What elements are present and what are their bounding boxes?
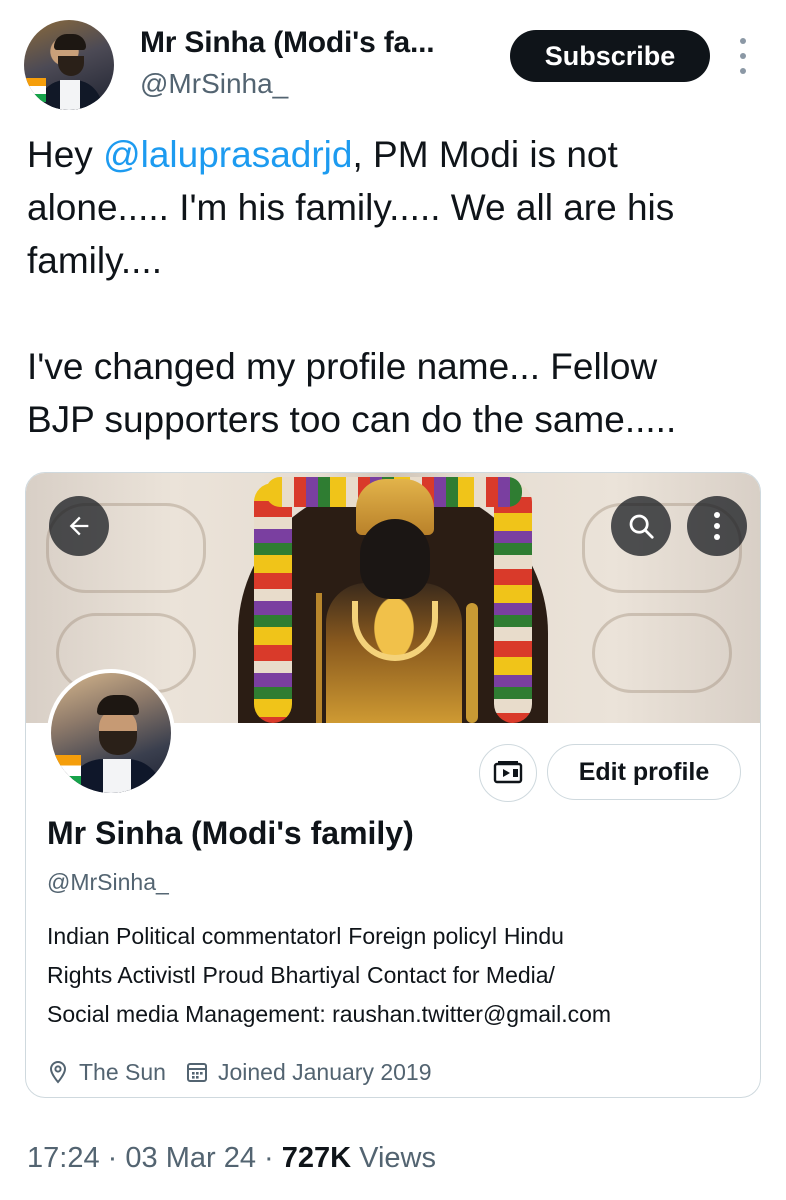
- profile-handle: @MrSinha_: [47, 869, 169, 895]
- mention-link[interactable]: @laluprasadrjd: [103, 134, 352, 175]
- profile-joined: Joined January 2019: [186, 1059, 432, 1086]
- attached-image[interactable]: Edit profile Mr Sinha (Modi's family) @M…: [25, 472, 761, 1098]
- separator: ·: [107, 1142, 118, 1174]
- tweet-time[interactable]: 17:24: [27, 1142, 100, 1174]
- profile-name: Mr Sinha (Modi's family): [47, 815, 414, 851]
- more-vertical-icon[interactable]: [687, 496, 747, 556]
- profile-location: The Sun: [47, 1059, 166, 1086]
- separator: ·: [264, 1142, 274, 1174]
- tweet-footer: 17:24 · 03 Mar 24 · 727K Views: [27, 1142, 436, 1175]
- more-options-icon[interactable]: [733, 38, 753, 74]
- profile-bio: Indian Political commentatorǀ Foreign po…: [47, 917, 747, 1034]
- tweet-text-fragment: Hey: [27, 134, 104, 175]
- author-display-name[interactable]: Mr Sinha (Modi's fa...: [140, 26, 435, 60]
- joined-text: Joined January 2019: [217, 1058, 432, 1085]
- location-pin-icon: [49, 1060, 67, 1084]
- profile-avatar[interactable]: [47, 669, 175, 797]
- views-label: Views: [359, 1142, 436, 1174]
- tweet-line: Hey @laluprasadrjd, PM Modi is not: [27, 128, 767, 181]
- bio-line: Indian Political commentatorǀ Foreign po…: [47, 923, 564, 949]
- edit-profile-button[interactable]: Edit profile: [547, 744, 741, 800]
- tweet-header: Mr Sinha (Modi's fa... @MrSinha_ Subscri…: [0, 0, 786, 120]
- views-count[interactable]: 727K: [282, 1142, 351, 1174]
- tweet-text: Hey @laluprasadrjd, PM Modi is not alone…: [27, 128, 767, 446]
- tweet-line: I've changed my profile name... Fellow: [27, 346, 658, 387]
- subscribe-button[interactable]: Subscribe: [510, 30, 710, 82]
- profile-meta: The Sun Joined January 2019: [47, 1055, 452, 1089]
- bio-line: Social media Management: raushan.twitter…: [47, 1001, 612, 1027]
- author-avatar[interactable]: [24, 20, 114, 110]
- tweet-date[interactable]: 03 Mar 24: [125, 1142, 256, 1174]
- arrow-left-icon[interactable]: [49, 496, 109, 556]
- tweet-line: family....: [27, 240, 162, 281]
- media-icon[interactable]: [479, 744, 537, 802]
- author-handle[interactable]: @MrSinha_: [140, 68, 288, 100]
- tweet-line: BJP supporters too can do the same.....: [27, 399, 677, 440]
- bio-line: Rights Activistǀ Proud Bhartiyaǀ Contact…: [47, 962, 555, 988]
- calendar-icon: [186, 1063, 207, 1082]
- tweet-line: alone..... I'm his family..... We all ar…: [27, 187, 675, 228]
- tweet-text-fragment: , PM Modi is not: [352, 134, 618, 175]
- location-text: The Sun: [79, 1058, 166, 1085]
- search-icon[interactable]: [611, 496, 671, 556]
